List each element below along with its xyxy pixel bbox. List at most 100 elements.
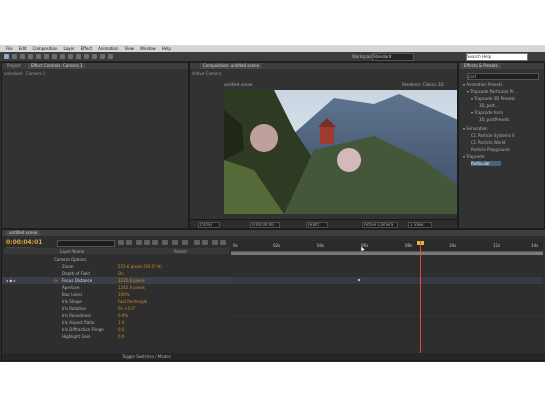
- effects-tabbar: Effects & Presets: [459, 63, 544, 69]
- rotate-tool-icon[interactable]: [28, 54, 33, 59]
- layer-name-header[interactable]: Layer Name: [60, 249, 84, 254]
- property-row[interactable]: Iris Shape Fast Rectangle: [2, 298, 231, 305]
- composition-viewer-controls: (50%) 0:00:00:00 (Half) Active Camera 1 …: [190, 219, 457, 228]
- current-time-indicator[interactable]: [420, 241, 421, 357]
- hand-tool-icon[interactable]: [12, 54, 17, 59]
- property-row[interactable]: Depth of Field On: [2, 270, 231, 277]
- property-row[interactable]: Aperture 1245.4 pixels: [2, 284, 231, 291]
- workspace-select[interactable]: Standard: [372, 53, 414, 61]
- timeline-panel: untitled scene 0:00:04:01 00101 (24.00 f…: [1, 229, 545, 361]
- motion-blur-icon[interactable]: [152, 240, 158, 245]
- ruler-label: 10s: [449, 243, 457, 248]
- menu-animation[interactable]: Animation: [98, 46, 118, 51]
- menu-edit[interactable]: Edit: [19, 46, 27, 51]
- eraser-tool-icon[interactable]: [92, 54, 97, 59]
- camera-view-select[interactable]: Active Camera: [362, 222, 398, 228]
- zoom-tool-icon[interactable]: [20, 54, 25, 59]
- property-row[interactable]: Iris Aspect Ratio 1.0: [2, 319, 231, 326]
- track-row[interactable]: [231, 333, 543, 341]
- tree-item[interactable]: ▾ Animation Presets: [463, 82, 503, 87]
- timeline-current-time[interactable]: 0:00:04:01: [6, 239, 42, 246]
- property-row[interactable]: Iris Rotation 0x +0.0°: [2, 305, 231, 312]
- tree-item-selected[interactable]: Particular: [471, 161, 501, 166]
- layer-column-header: Layer Name Parent: [4, 248, 229, 254]
- hide-shy-layers-icon[interactable]: [136, 240, 142, 245]
- camera-tool-icon[interactable]: [36, 54, 41, 59]
- property-row[interactable]: Iris Roundness 0.0%: [2, 312, 231, 319]
- menu-composition[interactable]: Composition: [32, 46, 57, 51]
- tab-effects-presets[interactable]: Effects & Presets: [461, 63, 501, 69]
- tree-item[interactable]: ▾ Trapcode: [463, 154, 484, 159]
- timeline-options-icon[interactable]: [220, 240, 226, 245]
- timeline-tabbar: untitled scene: [2, 230, 545, 236]
- comp-mini-flowchart-icon[interactable]: [118, 240, 124, 245]
- parent-header[interactable]: Parent: [174, 249, 187, 254]
- live-update-icon[interactable]: [194, 240, 200, 245]
- tree-item[interactable]: Particle Playground: [471, 147, 510, 152]
- menu-layer[interactable]: Layer: [63, 46, 74, 51]
- roto-brush-tool-icon[interactable]: [100, 54, 105, 59]
- property-row[interactable]: Blur Level 100%: [2, 291, 231, 298]
- comp-name-label: untitled scene: [224, 82, 253, 87]
- ruler-label: 04s: [317, 243, 325, 248]
- property-row[interactable]: Iris Diffraction Fringe 0.0: [2, 326, 231, 333]
- tree-item[interactable]: CC Particle Systems II: [471, 133, 515, 138]
- tree-item[interactable]: ▾ Simulation: [463, 126, 488, 131]
- menu-file[interactable]: File: [6, 46, 13, 51]
- property-row[interactable]: Highlight Gain 0.0: [2, 333, 231, 340]
- menu-window[interactable]: Window: [140, 46, 156, 51]
- composition-viewer[interactable]: [224, 90, 457, 214]
- view-layout-select[interactable]: 1 View: [408, 222, 432, 228]
- tree-item[interactable]: CC Particle World: [471, 140, 505, 145]
- work-area-bar[interactable]: [231, 252, 543, 255]
- timeline-search-input[interactable]: [57, 240, 115, 247]
- brush-tool-icon[interactable]: [76, 54, 81, 59]
- auto-keyframe-icon[interactable]: [172, 240, 178, 245]
- mask-tool-icon[interactable]: [52, 54, 57, 59]
- render-preview-icon[interactable]: [202, 240, 208, 245]
- ruler-label: 12s: [493, 243, 501, 248]
- pan-behind-tool-icon[interactable]: [44, 54, 49, 59]
- clone-stamp-tool-icon[interactable]: [84, 54, 89, 59]
- type-tool-icon[interactable]: [68, 54, 73, 59]
- draft-3d-icon[interactable]: [126, 240, 132, 245]
- current-time-display[interactable]: 0:00:00:00: [250, 222, 280, 228]
- property-row[interactable]: Camera Options: [2, 256, 231, 263]
- tree-item[interactable]: ▾ Trapcode form: [471, 110, 503, 115]
- property-row[interactable]: Zoom 555.6 pixels (50.0° H): [2, 263, 231, 270]
- tree-item[interactable]: ▾ Trapcode Particular Pr…: [467, 89, 518, 94]
- stopwatch-icon[interactable]: ◷: [54, 278, 58, 283]
- tree-item[interactable]: 3D_part…: [479, 103, 499, 108]
- renderer-label[interactable]: Renderer: Classic 3D: [402, 82, 444, 87]
- menu-help[interactable]: Help: [162, 46, 171, 51]
- tab-timeline-comp[interactable]: untitled scene: [6, 230, 41, 236]
- tab-effect-controls[interactable]: Effect Controls: Camera 1: [28, 63, 86, 69]
- tree-item[interactable]: ▾ Trapcode 3D Presets: [471, 96, 515, 101]
- resolution-select[interactable]: (Half): [306, 222, 328, 228]
- toggle-switches-modes[interactable]: Toggle Switches / Modes: [122, 354, 171, 359]
- tab-composition[interactable]: Composition: untitled scene: [200, 63, 263, 69]
- composition-panel: Composition: untitled scene Active Camer…: [189, 62, 458, 229]
- menu-view[interactable]: View: [125, 46, 135, 51]
- tab-project[interactable]: Project: [4, 63, 24, 69]
- magnification-select[interactable]: (50%): [198, 222, 220, 228]
- time-ruler[interactable]: 0s 02s 04s 06s 08s 10s 12s 14s: [231, 241, 543, 252]
- effects-search-input[interactable]: part: [467, 73, 539, 80]
- selection-tool-icon[interactable]: [4, 54, 9, 59]
- brainstorm-icon[interactable]: [162, 240, 168, 245]
- property-row-selected[interactable]: ◂ ◆ ▸ ◷ Focus Distance 3235.6 pixels: [2, 277, 231, 284]
- menu-effect[interactable]: Effect: [81, 46, 93, 51]
- graph-editor-icon[interactable]: [182, 240, 188, 245]
- ruler-label: 08s: [405, 243, 413, 248]
- pen-tool-icon[interactable]: [60, 54, 65, 59]
- keyframe-nav-icon[interactable]: ◂ ◆ ▸: [6, 278, 16, 283]
- menu-bar: File Edit Composition Layer Effect Anima…: [0, 45, 545, 52]
- search-help-input[interactable]: Search Help: [466, 53, 528, 61]
- puppet-tool-icon[interactable]: [108, 54, 113, 59]
- frame-blending-icon[interactable]: [144, 240, 150, 245]
- effects-presets-panel: Effects & Presets part ▾ Animation Prese…: [458, 62, 545, 229]
- timeline-status-bar: Toggle Switches / Modes: [2, 353, 545, 360]
- comp-settings-icon[interactable]: [212, 240, 218, 245]
- tree-item[interactable]: 3D_partPresets: [479, 117, 509, 122]
- effect-controls-subhead: unlocked · Camera 1: [4, 71, 46, 76]
